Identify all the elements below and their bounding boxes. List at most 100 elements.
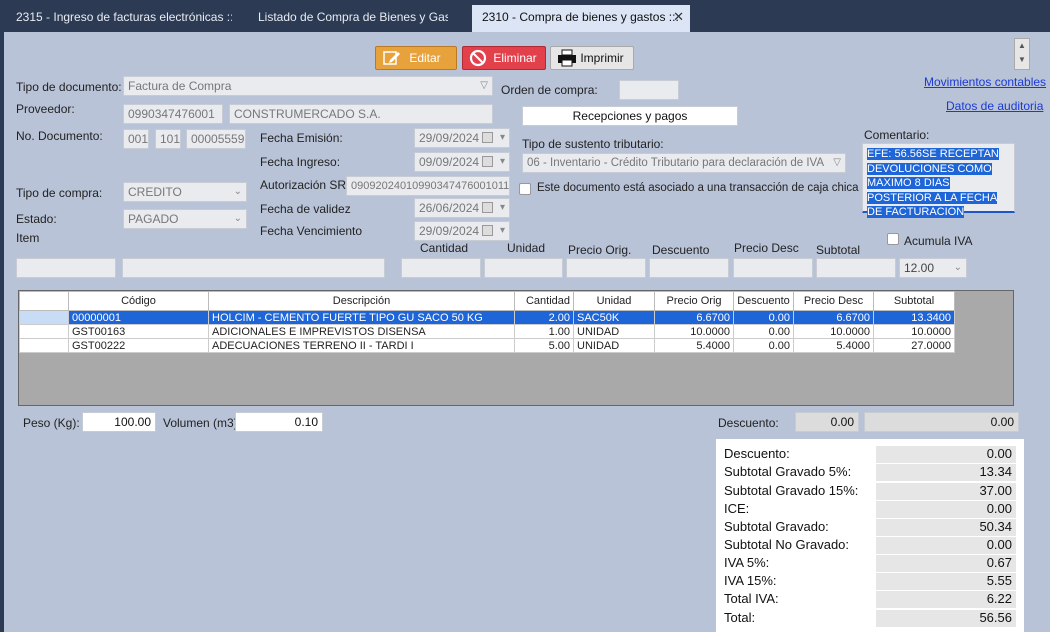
table-row[interactable]: GST00222 ADECUACIONES TERRENO II - TARDI… — [19, 338, 955, 353]
column-header[interactable]: Unidad — [573, 291, 655, 311]
table-cell[interactable]: 0.00 — [733, 338, 794, 353]
volumen-input[interactable]: 0.10 — [235, 412, 323, 432]
table-cell[interactable]: 27.0000 — [873, 338, 955, 353]
comentario-textarea[interactable]: EFE: 56.56SE RECEPTAN DEVOLUCIONES COMO … — [862, 143, 1015, 218]
no-documento-label: No. Documento: — [16, 129, 103, 143]
item-code-input[interactable] — [16, 258, 116, 278]
fecha-emision-picker[interactable]: 29/09/2024 ▾ — [414, 128, 510, 148]
table-row[interactable]: 00000001 HOLCIM - CEMENTO FUERTE TIPO GU… — [19, 310, 955, 325]
table-cell[interactable]: 10.0000 — [793, 324, 874, 339]
row-header-cell[interactable] — [19, 324, 69, 339]
item-description-input[interactable] — [122, 258, 385, 278]
table-cell[interactable]: 1.00 — [514, 324, 574, 339]
tab-ingreso-facturas[interactable]: 2315 - Ingreso de facturas electrónicas … — [6, 5, 232, 29]
items-table: Código Descripción Cantidad Unidad Preci… — [19, 291, 955, 353]
caja-chica-checkbox[interactable] — [519, 183, 531, 195]
fecha-vencimiento-picker[interactable]: 29/09/2024 ▾ — [414, 221, 510, 241]
column-header[interactable]: Descuento — [733, 291, 794, 311]
table-cell[interactable]: GST00163 — [68, 324, 209, 339]
caja-chica-label: Este documento está asociado a una trans… — [537, 182, 859, 194]
item-cantidad-input[interactable] — [401, 258, 481, 278]
tipo-compra-select[interactable]: CREDITO ⌄ — [123, 182, 247, 202]
table-cell[interactable]: HOLCIM - CEMENTO FUERTE TIPO GU SACO 50 … — [208, 310, 515, 325]
fecha-ingreso-picker[interactable]: 09/09/2024 ▾ — [414, 152, 510, 172]
delete-button[interactable]: Eliminar — [462, 46, 546, 70]
proveedor-ruc-field: 0990347476001 — [123, 104, 223, 124]
total-label: Subtotal Gravado: — [724, 519, 829, 534]
column-header[interactable]: Descripción — [208, 291, 515, 311]
table-cell[interactable]: ADICIONALES E IMPREVISTOS DISENSA — [208, 324, 515, 339]
total-value: 6.22 — [876, 591, 1016, 608]
table-cell[interactable]: UNIDAD — [573, 338, 655, 353]
table-cell[interactable]: 10.0000 — [873, 324, 955, 339]
estado-select[interactable]: PAGADO ⌄ — [123, 209, 247, 229]
tab-compra-bienes[interactable]: 2310 - Compra de bienes y gastos ::. ✕ — [472, 5, 690, 32]
fecha-ingreso-value: 09/09/2024 — [419, 155, 480, 169]
item-precio-orig-input[interactable] — [566, 258, 646, 278]
doc-serie1-field: 001 — [123, 129, 149, 149]
edit-button[interactable]: Editar — [375, 46, 457, 70]
table-cell[interactable]: 2.00 — [514, 310, 574, 325]
column-header[interactable]: Precio Orig — [654, 291, 734, 311]
datos-auditoria-link[interactable]: Datos de auditoria — [946, 99, 1043, 113]
table-cell[interactable]: SAC50K — [573, 310, 655, 325]
item-precio-orig-header: Precio Orig. — [568, 243, 632, 257]
table-cell[interactable]: 0.00 — [733, 324, 794, 339]
scrollbar-arrows[interactable]: ▲ ▼ — [1014, 38, 1030, 70]
item-descuento-input[interactable] — [649, 258, 729, 278]
item-subtotal-input[interactable] — [816, 258, 896, 278]
table-cell[interactable]: UNIDAD — [573, 324, 655, 339]
table-cell[interactable]: 5.00 — [514, 338, 574, 353]
sustento-value: 06 - Inventario - Crédito Tributario par… — [527, 157, 825, 169]
autorizacion-field: 0909202401099034747600101101 — [346, 176, 510, 196]
sustento-select[interactable]: 06 - Inventario - Crédito Tributario par… — [522, 153, 846, 173]
movimientos-contables-link[interactable]: Movimientos contables — [924, 75, 1046, 89]
item-precio-desc-input[interactable] — [733, 258, 813, 278]
row-header-cell[interactable] — [19, 310, 69, 325]
orden-compra-input[interactable] — [619, 80, 679, 100]
total-value: 5.55 — [876, 573, 1016, 590]
print-button[interactable]: Imprimir — [550, 46, 634, 70]
column-header[interactable]: Cantidad — [514, 291, 574, 311]
fecha-validez-picker[interactable]: 26/06/2024 ▾ — [414, 198, 510, 218]
table-cell[interactable]: 5.4000 — [654, 338, 734, 353]
orden-compra-label: Orden de compra: — [501, 83, 598, 97]
close-icon[interactable]: ✕ — [673, 5, 684, 29]
total-value: 0.00 — [876, 446, 1016, 463]
tipo-documento-select[interactable]: Factura de Compra ▽ — [123, 76, 493, 96]
table-cell[interactable]: 6.6700 — [793, 310, 874, 325]
proveedor-nombre-field: CONSTRUMERCADO S.A. — [229, 104, 493, 124]
column-header[interactable]: Precio Desc — [793, 291, 874, 311]
table-cell[interactable]: 10.0000 — [654, 324, 734, 339]
calendar-icon — [482, 225, 493, 236]
volumen-label: Volumen (m3): — [163, 416, 242, 430]
chevron-down-icon: ⌄ — [953, 262, 962, 273]
column-header[interactable]: Código — [68, 291, 209, 311]
table-cell[interactable]: ADECUACIONES TERRENO II - TARDI I — [208, 338, 515, 353]
iva-rate-select[interactable]: 12.00 ⌄ — [899, 258, 967, 278]
table-cell[interactable]: 5.4000 — [793, 338, 874, 353]
acumula-iva-checkbox[interactable] — [887, 233, 899, 245]
total-label: Total IVA: — [724, 591, 779, 606]
table-cell[interactable]: 6.6700 — [654, 310, 734, 325]
table-cell[interactable]: 0.00 — [733, 310, 794, 325]
table-cell[interactable]: 00000001 — [68, 310, 209, 325]
column-header[interactable]: Subtotal — [873, 291, 955, 311]
table-cell[interactable]: GST00222 — [68, 338, 209, 353]
item-unidad-input[interactable] — [484, 258, 563, 278]
total-row-subtotal-gravado: Subtotal Gravado: 50.34 — [724, 519, 1016, 536]
item-descuento-header: Descuento — [652, 243, 710, 257]
peso-input[interactable]: 100.00 — [82, 412, 156, 432]
calendar-icon — [482, 132, 493, 143]
print-label: Imprimir — [580, 51, 624, 65]
total-row-total-iva: Total IVA: 6.22 — [724, 591, 1016, 608]
table-row[interactable]: GST00163 ADICIONALES E IMPREVISTOS DISEN… — [19, 324, 955, 339]
fecha-emision-label: Fecha Emisión: — [260, 131, 343, 145]
recepciones-pagos-button[interactable]: Recepciones y pagos — [522, 106, 738, 126]
descuento-value-field: 0.00 — [864, 412, 1019, 432]
tab-listado-compras[interactable]: Listado de Compra de Bienes y Gastos — [248, 5, 448, 29]
total-value: 0.67 — [876, 555, 1016, 572]
row-header-cell[interactable] — [19, 338, 69, 353]
table-cell[interactable]: 13.3400 — [873, 310, 955, 325]
fecha-emision-value: 29/09/2024 — [419, 131, 480, 145]
